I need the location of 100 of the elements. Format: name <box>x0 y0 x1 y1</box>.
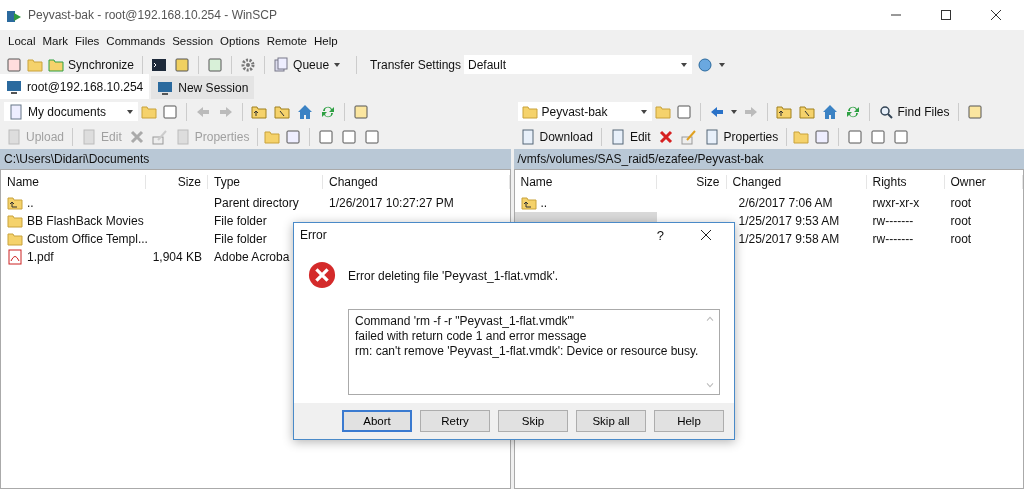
settings-icon[interactable] <box>240 56 257 73</box>
file-rights: rwxr-xr-x <box>872 196 920 210</box>
file-date: 2/6/2017 7:06 AM <box>738 196 833 210</box>
delete-icon[interactable] <box>657 128 674 145</box>
dialog-button[interactable]: Skip <box>498 410 568 432</box>
file-type: File folder <box>214 232 267 246</box>
home-icon[interactable] <box>821 103 838 120</box>
file-type: File folder <box>214 214 267 228</box>
parent-folder-icon[interactable] <box>775 103 792 120</box>
queue-icon <box>273 56 290 73</box>
column-header[interactable]: Size <box>656 175 727 189</box>
dialog-button[interactable]: Skip all <box>576 410 646 432</box>
menu-item[interactable]: Mark <box>42 35 69 47</box>
terminal-icon[interactable] <box>151 56 168 73</box>
menu-item[interactable]: Help <box>314 35 338 47</box>
column-header[interactable]: Owner <box>944 175 1023 189</box>
caret-icon[interactable] <box>126 107 134 116</box>
menu-item[interactable]: Remote <box>266 35 307 47</box>
caret-icon[interactable] <box>680 60 688 69</box>
root-folder-icon[interactable] <box>798 103 815 120</box>
parent-folder-icon <box>520 195 537 211</box>
dialog-title: Error <box>300 228 327 242</box>
folder-icon <box>7 231 23 247</box>
file-owner: root <box>950 214 972 228</box>
document-icon <box>519 128 536 145</box>
file-name[interactable]: .. <box>540 196 548 210</box>
path-bar: C:\Users\Didari\Documents <box>0 149 511 169</box>
column-header[interactable]: Changed <box>726 175 867 189</box>
pdf-file-icon <box>7 249 23 265</box>
file-date: 1/25/2017 9:58 AM <box>738 232 840 246</box>
document-icon <box>609 128 626 145</box>
find-files-button[interactable]: Find Files <box>875 102 952 121</box>
menu-item[interactable]: Files <box>75 35 100 47</box>
caret-icon[interactable] <box>639 107 648 116</box>
menu-item[interactable]: Session <box>172 35 214 47</box>
file-date: 1/26/2017 10:27:27 PM <box>329 196 454 210</box>
column-header[interactable]: Name <box>1 175 146 189</box>
menu-item[interactable]: Options <box>220 35 260 47</box>
parent-folder-icon <box>7 195 23 211</box>
rename-icon[interactable] <box>151 128 168 145</box>
location-dropdown[interactable]: My documents <box>4 102 138 121</box>
file-name[interactable]: .. <box>27 196 34 210</box>
caret-icon[interactable] <box>333 60 342 69</box>
column-header[interactable]: Rights <box>866 175 945 189</box>
new-folder-icon <box>264 128 281 145</box>
document-icon <box>8 103 24 120</box>
folder-icon <box>521 103 538 120</box>
document-icon <box>81 128 98 145</box>
details-line: Command 'rm -f -r "Peyvast_1-flat.vmdk"' <box>355 314 576 328</box>
queue-button[interactable]: Queue <box>271 55 344 74</box>
file-name[interactable]: 1.pdf <box>27 250 54 264</box>
search-icon <box>877 103 894 120</box>
new-folder-icon <box>793 128 810 145</box>
file-name[interactable]: BB FlashBack Movies <box>27 214 144 228</box>
rename-icon[interactable] <box>680 128 697 145</box>
document-icon <box>6 128 22 145</box>
toolbar-button[interactable]: Properties <box>701 127 781 146</box>
help-mark[interactable]: ? <box>656 227 664 243</box>
caret-icon[interactable] <box>729 107 738 116</box>
path-bar: /vmfs/volumes/SAS_raid5/ezafee/Peyvast-bak <box>513 149 1024 169</box>
toolbar-button[interactable]: Edit <box>607 127 653 146</box>
column-header[interactable]: Size <box>146 175 208 189</box>
file-date: 1/25/2017 9:53 AM <box>738 214 840 228</box>
file-rights: rw------- <box>872 232 914 246</box>
root-folder-icon[interactable] <box>274 103 290 120</box>
monitor-icon <box>6 78 22 95</box>
session-tab[interactable]: New Session <box>151 76 255 99</box>
synchronize-button[interactable]: Synchronize <box>46 55 137 74</box>
location-dropdown[interactable]: Peyvast-bak <box>517 102 652 121</box>
toolbar-button[interactable]: Download <box>517 127 595 146</box>
file-size: 1,904 KB <box>152 250 202 264</box>
close-icon[interactable] <box>991 10 1001 20</box>
close-icon[interactable] <box>701 230 711 240</box>
file-type: Adobe Acroba <box>214 250 290 264</box>
home-icon[interactable] <box>297 103 313 120</box>
file-rights: rw------- <box>872 214 914 228</box>
dialog-button[interactable]: Abort <box>342 410 412 432</box>
transfer-settings-dropdown[interactable]: Default <box>464 55 692 74</box>
details-line: rm: can't remove 'Peyvast_1-flat.vmdk': Device or resource busy. <box>355 344 700 358</box>
file-name[interactable]: Custom Office Templ... <box>27 232 148 246</box>
menu-item[interactable]: Commands <box>106 35 166 47</box>
maximize-icon[interactable] <box>941 10 951 20</box>
caret-icon[interactable] <box>718 60 726 69</box>
folder-sync-icon <box>27 56 43 73</box>
file-type: Parent directory <box>214 196 299 210</box>
column-header[interactable]: Name <box>514 175 657 189</box>
column-header[interactable]: Changed <box>323 175 510 189</box>
session-tab[interactable]: root@192.168.10.254 <box>0 74 150 99</box>
menu-item[interactable]: Local <box>8 35 36 47</box>
monitor-icon <box>157 79 174 96</box>
parent-folder-icon[interactable] <box>251 103 267 120</box>
transfer-settings-label: Transfer Settings <box>370 57 461 72</box>
delete-icon[interactable] <box>128 128 145 145</box>
document-icon <box>703 128 720 145</box>
dialog-button[interactable]: Retry <box>420 410 490 432</box>
error-message: Error deleting file 'Peyvast_1-flat.vmdk'. <box>348 269 559 283</box>
file-owner: root <box>950 196 972 210</box>
details-line: failed with return code 1 and error message <box>355 329 588 343</box>
column-header[interactable]: Type <box>208 175 323 189</box>
dialog-button[interactable]: Help <box>654 410 724 432</box>
